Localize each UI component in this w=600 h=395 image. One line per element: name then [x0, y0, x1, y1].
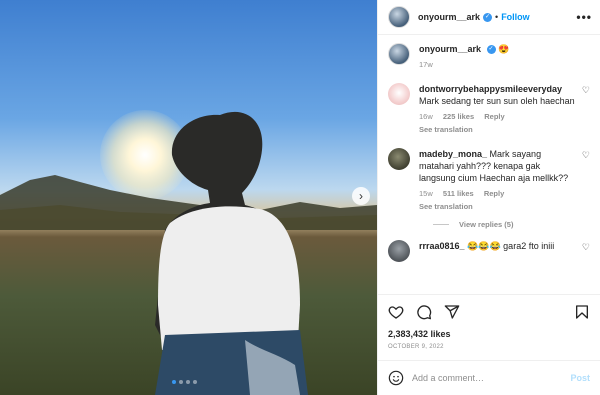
commenter-avatar[interactable]: [388, 240, 410, 262]
comment-username[interactable]: dontworrybehappysmileeveryday: [419, 84, 562, 94]
verified-badge-icon: ✓: [486, 45, 496, 55]
commenter-avatar[interactable]: [388, 148, 410, 170]
comment-text: 😂😂😂 gara2 fto iniii: [467, 241, 555, 251]
caption-username[interactable]: onyourm__ark: [419, 44, 481, 54]
carousel-dot: [179, 380, 183, 384]
share-icon[interactable]: [444, 304, 460, 320]
post-photo[interactable]: ›: [0, 0, 377, 395]
post-header: onyourm__ark ✓ • Follow •••: [378, 0, 600, 35]
reply-button[interactable]: Reply: [484, 189, 504, 198]
comment-text: Mark sedang ter sun sun oleh haechan: [419, 96, 575, 106]
carousel-next-button[interactable]: ›: [352, 187, 370, 205]
caption-emoji: 😍: [498, 44, 510, 54]
carousel-dot-active: [172, 380, 176, 384]
comment-like-heart-icon[interactable]: ♡: [582, 85, 590, 96]
author-username[interactable]: onyourm__ark: [418, 12, 480, 22]
replies-divider: [433, 224, 449, 225]
carousel-dots: [172, 380, 197, 384]
add-comment-input[interactable]: Add a comment…: [412, 373, 484, 383]
emoji-icon[interactable]: [388, 370, 404, 386]
comment-likes[interactable]: 511 likes: [443, 189, 474, 198]
add-comment-bar: Add a comment… Post: [378, 360, 600, 395]
comment-username[interactable]: rrraa0816_: [419, 241, 465, 251]
caption-age: 17w: [419, 60, 433, 69]
caption-avatar[interactable]: [388, 43, 410, 65]
post-comment-button[interactable]: Post: [570, 373, 590, 383]
comment-like-heart-icon[interactable]: ♡: [582, 150, 590, 161]
verified-badge-icon: ✓: [483, 12, 493, 22]
see-translation-link[interactable]: See translation: [419, 125, 576, 134]
bookmark-icon[interactable]: [574, 304, 590, 320]
heart-icon[interactable]: [388, 304, 404, 320]
comments-list: onyourm__ark ✓ 😍 17w dontworrybehappysmi…: [378, 35, 600, 294]
comment-age: 16w: [419, 112, 433, 121]
follow-button[interactable]: Follow: [501, 12, 530, 22]
post-actions-bar: [378, 294, 600, 329]
comment-username[interactable]: madeby_mona_: [419, 149, 487, 159]
comment-item: madeby_mona_ Mark sayang matahari yahh??…: [388, 148, 590, 211]
likes-count[interactable]: 2,383,432 likes: [378, 329, 600, 339]
person-silhouette: [155, 111, 308, 395]
author-avatar[interactable]: [388, 6, 410, 28]
caption-row: onyourm__ark ✓ 😍 17w: [388, 43, 590, 69]
header-separator: •: [495, 12, 499, 22]
comment-icon[interactable]: [416, 304, 432, 320]
carousel-dot: [193, 380, 197, 384]
post-date: OCTOBER 9, 2022: [388, 344, 444, 350]
view-replies-label: View replies (5): [459, 220, 514, 229]
instagram-post-view: › onyourm__ark ✓ • Follow ••• onyourm__a…: [0, 0, 600, 395]
reply-button[interactable]: Reply: [484, 112, 504, 121]
comment-age: 15w: [419, 189, 433, 198]
post-side-panel: onyourm__ark ✓ • Follow ••• onyourm__ark…: [377, 0, 600, 395]
chevron-right-icon: ›: [359, 189, 363, 203]
comment-like-heart-icon[interactable]: ♡: [582, 242, 590, 253]
commenter-avatar[interactable]: [388, 83, 410, 105]
more-options-icon[interactable]: •••: [576, 10, 592, 24]
carousel-dot: [186, 380, 190, 384]
comment-item: dontworrybehappysmileeveryday Mark sedan…: [388, 83, 590, 134]
view-replies-button[interactable]: View replies (5): [433, 220, 590, 229]
comment-item: rrraa0816_ 😂😂😂 gara2 fto iniii ♡: [388, 240, 590, 262]
see-translation-link[interactable]: See translation: [419, 202, 576, 211]
comment-likes[interactable]: 225 likes: [443, 112, 474, 121]
